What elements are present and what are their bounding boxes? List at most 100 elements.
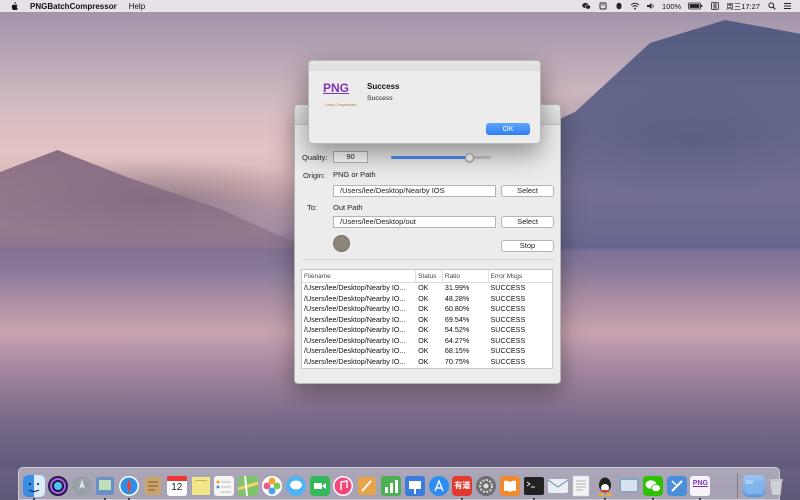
siri-icon[interactable] (47, 475, 69, 497)
table-row[interactable]: /Users/lee/Desktop/Nearby IO... OK 64.27… (302, 336, 552, 347)
out-select-button[interactable]: Select (501, 216, 554, 228)
cell-status: OK (418, 346, 429, 355)
progress-indicator (333, 235, 350, 252)
input-method-icon[interactable] (710, 2, 719, 11)
table-row[interactable]: /Users/lee/Desktop/Nearby IO... OK 69.54… (302, 315, 552, 326)
wechat-status-icon[interactable] (582, 2, 591, 11)
results-table[interactable]: Filename Status Ratio Error Msgs /Users/… (301, 269, 553, 369)
cell-error-msg: SUCCESS (490, 283, 526, 292)
maps-icon[interactable] (237, 475, 259, 497)
itunes-icon[interactable] (332, 475, 354, 497)
finder-icon[interactable] (23, 475, 45, 497)
cell-error-msg: SUCCESS (490, 314, 526, 324)
youdao-label: 有道 (454, 481, 471, 490)
calendar-icon[interactable]: 12 (166, 475, 188, 497)
quality-slider-knob[interactable] (464, 153, 474, 162)
column-header-status[interactable]: Status (416, 270, 443, 282)
table-row[interactable]: /Users/lee/Desktop/Nearby IO... OK 60.80… (302, 304, 552, 315)
xcode-icon[interactable] (666, 475, 688, 497)
cell-ratio: 31.99% (444, 283, 470, 292)
reminders-icon[interactable] (213, 475, 235, 497)
quality-input[interactable]: 90 (333, 151, 368, 163)
trash-icon[interactable] (765, 475, 787, 497)
alert-message: Success (367, 95, 393, 102)
table-row[interactable]: /Users/lee/Desktop/Nearby IO... OK 31.99… (302, 283, 552, 294)
table-row[interactable]: /Users/lee/Desktop/Nearby IO... OK 48.28… (302, 294, 552, 305)
messages-icon[interactable] (285, 475, 307, 497)
launchpad-icon[interactable] (71, 475, 93, 497)
cell-status: OK (418, 335, 429, 345)
notes-app-icon[interactable] (142, 475, 164, 497)
mail-icon[interactable] (547, 475, 569, 497)
downloads-folder-icon[interactable] (743, 475, 765, 497)
cell-filename: /Users/lee/Desktop/Nearby IO... (304, 325, 406, 334)
system-preferences-icon[interactable] (475, 475, 497, 497)
volume-icon[interactable] (646, 2, 655, 11)
ok-button[interactable]: OK (486, 123, 530, 135)
numbers-icon[interactable] (380, 475, 402, 497)
safari-icon[interactable] (118, 475, 140, 497)
png-app-label: PNG (692, 480, 708, 487)
origin-path-field[interactable]: /Users/lee/Desktop/Nearby IOS (333, 185, 496, 197)
textedit-icon[interactable] (570, 475, 592, 497)
spotlight-search-icon[interactable] (767, 2, 776, 11)
cell-status: OK (418, 314, 429, 324)
stop-button[interactable]: Stop (501, 240, 554, 252)
screen-capture-icon[interactable] (618, 475, 640, 497)
origin-select-button[interactable]: Select (501, 185, 554, 197)
out-path-field[interactable]: /Users/lee/Desktop/out (333, 216, 496, 228)
cell-ratio: 68.15% (444, 346, 470, 355)
stickies-icon[interactable] (190, 475, 212, 497)
apple-icon[interactable] (10, 1, 20, 11)
alert-top-bar (309, 61, 540, 71)
png-batch-compressor-icon[interactable]: PNG (689, 475, 711, 497)
cell-filename: /Users/lee/Desktop/Nearby IO... (304, 335, 406, 345)
app-logo-icon: PNG Lossy Compression (321, 81, 357, 117)
photos-icon[interactable] (261, 475, 283, 497)
table-row[interactable]: /Users/lee/Desktop/Nearby IO... OK 54.52… (302, 325, 552, 336)
menu-app-name[interactable]: PNGBatchCompressor (30, 2, 117, 11)
cell-filename: /Users/lee/Desktop/Nearby IO... (304, 283, 406, 292)
menu-help[interactable]: Help (129, 2, 145, 11)
origin-hint: PNG or Path (333, 170, 376, 179)
cell-error-msg: SUCCESS (490, 293, 526, 303)
menu-bar: PNGBatchCompressor Help 100% 周三17:27 (0, 0, 800, 12)
cell-error-msg: SUCCESS (490, 325, 526, 334)
quality-slider-fill (391, 156, 469, 159)
column-header-ratio[interactable]: Ratio (443, 270, 489, 282)
menu-bar-clock[interactable]: 周三17:27 (726, 1, 760, 12)
battery-icon[interactable] (688, 2, 703, 11)
qq-icon[interactable] (594, 475, 616, 497)
compressor-main-window: Quality: 90 Origin: PNG or Path /Users/l… (294, 104, 561, 384)
alert-title: Success (367, 82, 400, 91)
preview-icon[interactable] (94, 475, 116, 497)
column-header-error-msgs[interactable]: Error Msgs (489, 270, 552, 282)
wifi-icon[interactable] (630, 2, 640, 11)
ibooks-author-icon[interactable] (356, 475, 378, 497)
qq-status-icon[interactable] (614, 2, 623, 11)
cell-filename: /Users/lee/Desktop/Nearby IO... (304, 304, 406, 313)
column-header-filename[interactable]: Filename (302, 270, 417, 282)
cell-filename: /Users/lee/Desktop/Nearby IO... (304, 293, 406, 303)
cell-ratio: 48.28% (444, 293, 470, 303)
notes-status-icon[interactable] (598, 2, 607, 11)
app-store-icon[interactable] (428, 475, 450, 497)
table-row[interactable]: /Users/lee/Desktop/Nearby IO... OK 70.75… (302, 357, 552, 368)
terminal-icon[interactable] (523, 475, 545, 497)
table-header: Filename Status Ratio Error Msgs (302, 270, 552, 283)
ibooks-icon[interactable] (499, 475, 521, 497)
table-row[interactable]: /Users/lee/Desktop/Nearby IO... OK 68.15… (302, 346, 552, 357)
out-path-hint: Out Path (333, 203, 363, 212)
facetime-icon[interactable] (309, 475, 331, 497)
wechat-icon[interactable] (642, 475, 664, 497)
keynote-icon[interactable] (404, 475, 426, 497)
cell-status: OK (418, 293, 429, 303)
origin-label: Origin: (303, 171, 326, 180)
youdao-dict-icon[interactable]: 有道 (451, 475, 473, 497)
calendar-day-label: 12 (171, 482, 183, 493)
cell-filename: /Users/lee/Desktop/Nearby IO... (304, 346, 406, 355)
quality-slider[interactable] (391, 153, 491, 162)
app-logo-text: PNG (323, 81, 350, 95)
notification-center-icon[interactable] (783, 2, 792, 11)
cell-status: OK (418, 356, 429, 366)
